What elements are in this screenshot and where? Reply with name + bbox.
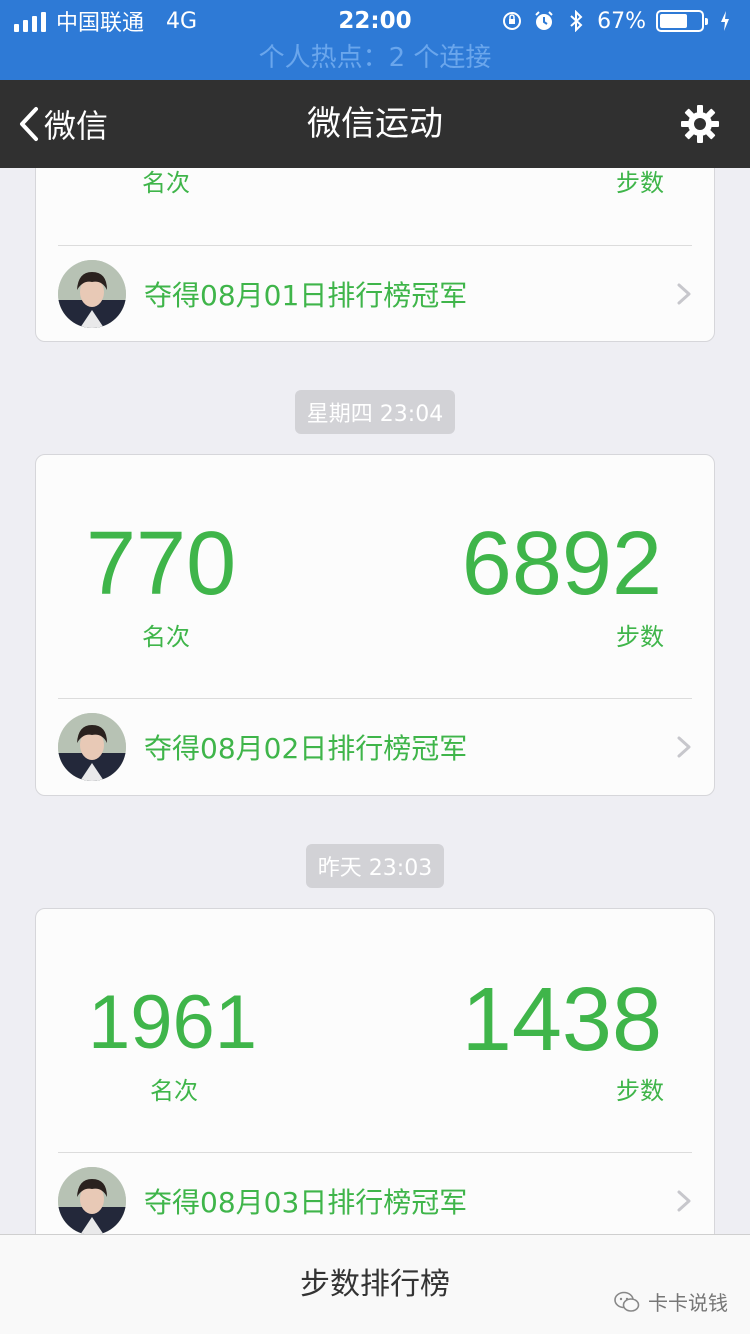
bottom-bar: 步数排行榜 卡卡说钱: [0, 1234, 750, 1334]
rank-card-3: 1961 名次 1438 步数 夺得08月03日排行榜冠军: [35, 908, 715, 1234]
chevron-right-icon: [677, 283, 691, 305]
steps-label: 步数: [616, 169, 664, 197]
charging-icon: [714, 10, 736, 32]
avatar[interactable]: [58, 1167, 126, 1234]
watermark-text: 卡卡说钱: [648, 1291, 728, 1315]
timestamp: 星期四 23:04: [0, 390, 750, 434]
rank-card-1: 名次 步数 夺得08月01日排行榜冠军: [35, 168, 715, 342]
bluetooth-icon: [565, 10, 587, 32]
status-bar: 中国联通 4G 22:00 67% 个人热点：2 个连接: [0, 0, 750, 80]
rank-value: 1961: [88, 980, 258, 1065]
settings-button[interactable]: [680, 104, 720, 144]
steps-label: 步数: [616, 1077, 664, 1105]
timestamp: 昨天 23:03: [0, 844, 750, 888]
feed[interactable]: 名次 步数 夺得08月01日排行榜冠军 星期四 23:04 770 名次 689…: [0, 168, 750, 1234]
rank-label: 名次: [142, 169, 190, 197]
watermark: 卡卡说钱: [614, 1287, 728, 1316]
wechat-logo-icon: [614, 1291, 640, 1312]
battery-icon: [656, 10, 708, 32]
status-right: 67%: [501, 6, 736, 36]
battery-percent: 67%: [597, 8, 646, 34]
champion-text: 夺得08月01日排行榜冠军: [144, 279, 468, 312]
avatar[interactable]: [58, 713, 126, 781]
rank-value: 770: [86, 514, 237, 614]
nav-bar: 微信 微信运动: [0, 80, 750, 168]
steps-value: 1438: [461, 970, 662, 1070]
rank-label: 名次: [150, 1077, 198, 1105]
page-title: 微信运动: [307, 104, 443, 144]
champion-text: 夺得08月02日排行榜冠军: [144, 732, 468, 765]
chevron-right-icon: [677, 1190, 691, 1212]
orientation-lock-icon: [501, 10, 523, 32]
rank-card-2: 770 名次 6892 步数 夺得08月02日排行榜冠军: [35, 454, 715, 796]
gear-icon: [681, 105, 719, 143]
champion-row[interactable]: 夺得08月03日排行榜冠军: [36, 1153, 714, 1234]
steps-value: 6892: [461, 514, 662, 614]
steps-label: 步数: [616, 623, 664, 651]
hotspot-banner[interactable]: 个人热点：2 个连接: [0, 40, 750, 76]
alarm-icon: [533, 10, 555, 32]
champion-row[interactable]: 夺得08月02日排行榜冠军: [36, 699, 714, 795]
champion-text: 夺得08月03日排行榜冠军: [144, 1186, 468, 1219]
avatar[interactable]: [58, 260, 126, 328]
rank-label: 名次: [142, 623, 190, 651]
champion-row[interactable]: 夺得08月01日排行榜冠军: [36, 246, 714, 342]
chevron-right-icon: [677, 736, 691, 758]
step-leaderboard-button[interactable]: 步数排行榜: [0, 1235, 750, 1334]
